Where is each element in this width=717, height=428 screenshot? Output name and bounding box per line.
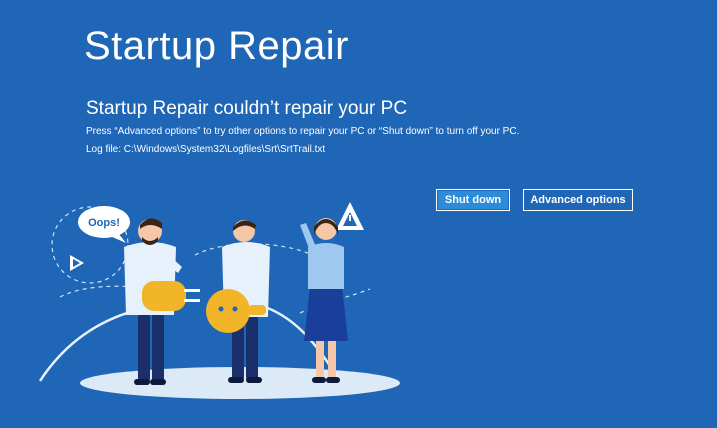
shut-down-button[interactable]: Shut down — [436, 189, 510, 211]
advanced-options-button[interactable]: Advanced options — [523, 189, 633, 211]
warning-triangle-icon — [336, 202, 364, 230]
play-triangle-icon — [70, 255, 84, 271]
people-with-plug-illustration: Oops! — [38, 202, 400, 399]
log-file-path: Log file: C:\Windows\System32\Logfiles\S… — [86, 144, 326, 155]
oops-speech-bubble: Oops! — [78, 206, 130, 243]
oops-text: Oops! — [88, 217, 120, 229]
error-message: Press “Advanced options” to try other op… — [86, 126, 520, 137]
error-heading: Startup Repair couldn’t repair your PC — [86, 98, 408, 119]
page-title: Startup Repair — [84, 24, 349, 68]
person-right — [300, 218, 348, 383]
